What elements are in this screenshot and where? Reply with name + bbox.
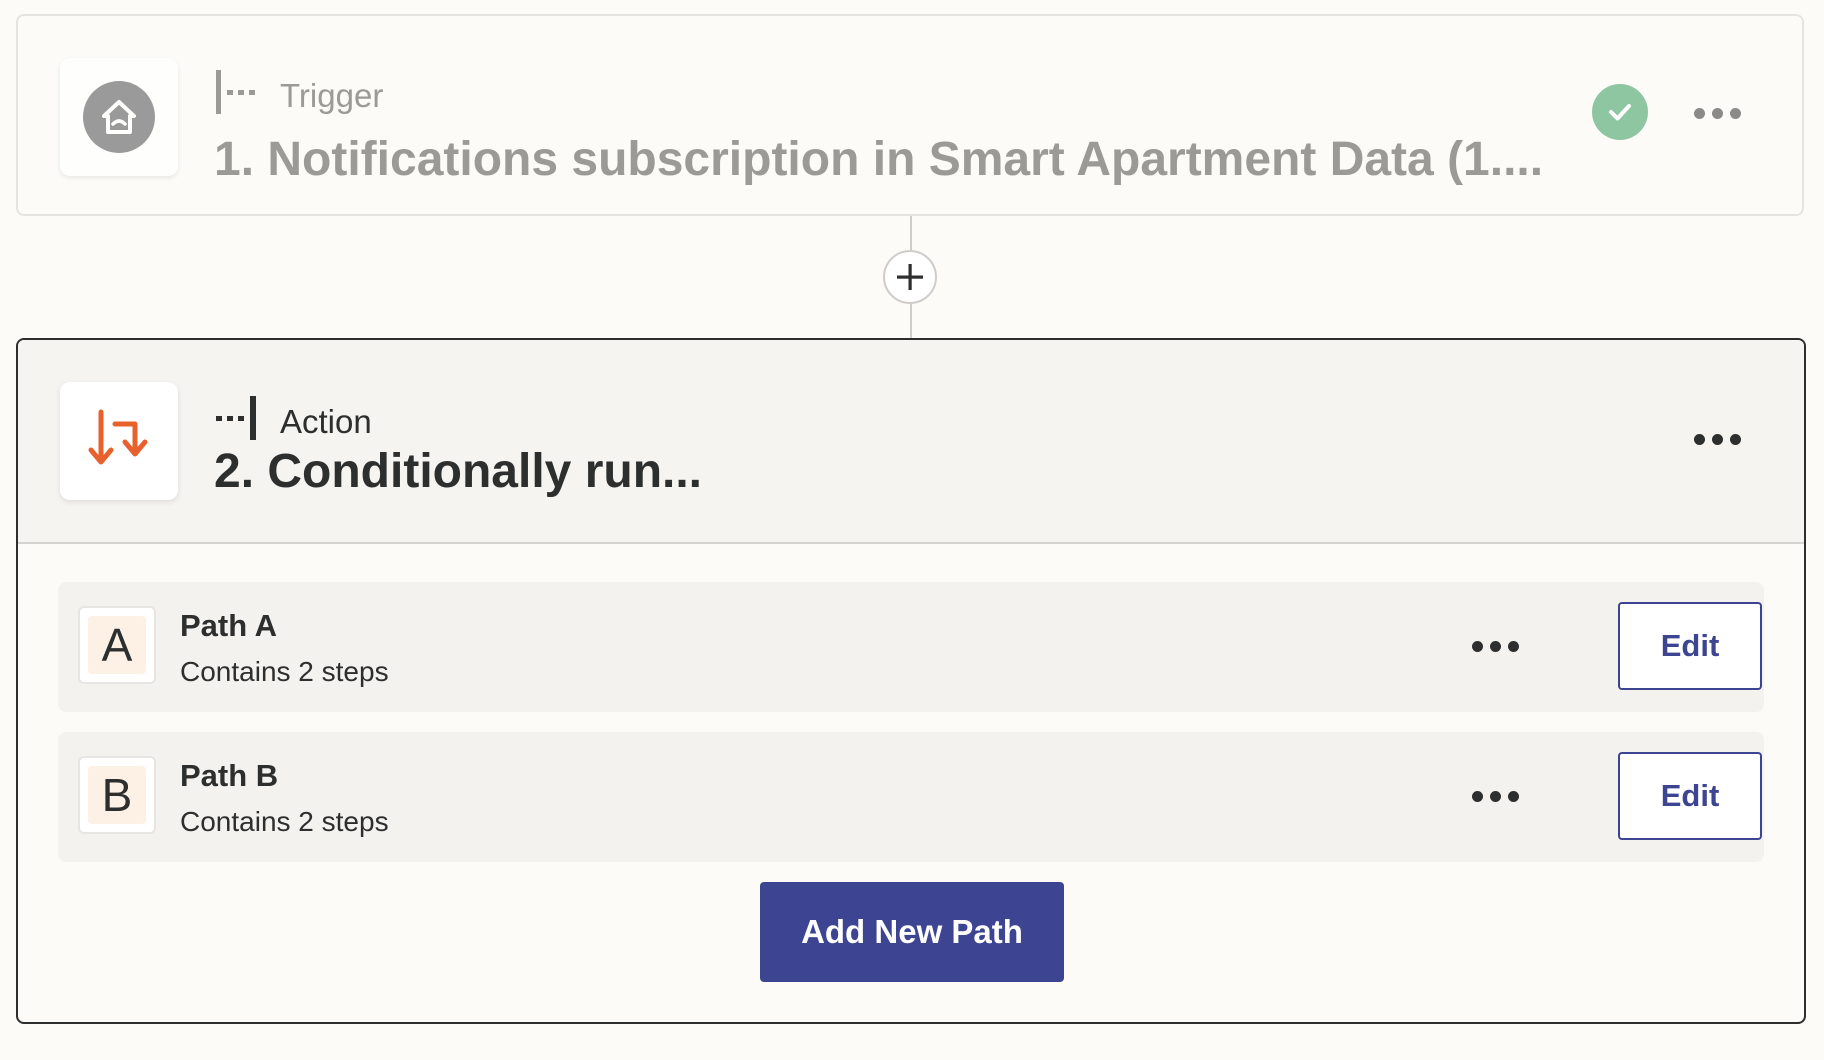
connector-line-bottom [910, 302, 912, 338]
path-letter: B [88, 766, 146, 824]
add-step-button[interactable] [883, 250, 937, 304]
add-new-path-button[interactable]: Add New Path [760, 882, 1064, 982]
trigger-kind-icon [214, 68, 258, 124]
trigger-step-card[interactable]: Trigger 1. Notifications subscription in… [16, 14, 1804, 216]
path-summary: Contains 2 steps [180, 656, 389, 687]
plus-icon [897, 264, 923, 290]
trigger-app-tile [60, 58, 178, 176]
path-summary: Contains 2 steps [180, 806, 389, 837]
paths-icon [87, 408, 151, 475]
trigger-more-options-icon[interactable] [1694, 108, 1741, 119]
path-name: Path B [180, 758, 279, 793]
action-title: 2. Conditionally run... [214, 445, 703, 498]
action-step-card[interactable]: Action 2. Conditionally run... A Path A … [16, 338, 1806, 1024]
edit-path-b-button[interactable]: Edit [1618, 752, 1762, 840]
zap-editor-canvas: Trigger 1. Notifications subscription in… [0, 0, 1824, 1060]
path-row-b[interactable]: B Path B Contains 2 steps Edit [58, 732, 1764, 862]
path-more-options-icon[interactable] [1472, 791, 1519, 802]
path-letter-badge: A [78, 606, 156, 684]
path-more-options-icon[interactable] [1472, 641, 1519, 652]
trigger-kind: Trigger [214, 68, 383, 124]
home-icon [83, 81, 155, 153]
action-step-header: Action 2. Conditionally run... [18, 340, 1804, 544]
action-kind-icon [214, 394, 258, 450]
path-name: Path A [180, 608, 278, 643]
edit-path-a-button[interactable]: Edit [1618, 602, 1762, 690]
action-kind-label: Action [280, 403, 372, 440]
path-letter: A [88, 616, 146, 674]
check-circle-icon [1592, 84, 1648, 140]
trigger-title: 1. Notifications subscription in Smart A… [214, 133, 1544, 186]
path-letter-badge: B [78, 756, 156, 834]
trigger-kind-label: Trigger [280, 77, 384, 114]
path-row-a[interactable]: A Path A Contains 2 steps Edit [58, 582, 1764, 712]
action-kind: Action [214, 394, 372, 450]
action-more-options-icon[interactable] [1694, 434, 1741, 445]
connector-line-top [910, 216, 912, 252]
action-app-tile [60, 382, 178, 500]
